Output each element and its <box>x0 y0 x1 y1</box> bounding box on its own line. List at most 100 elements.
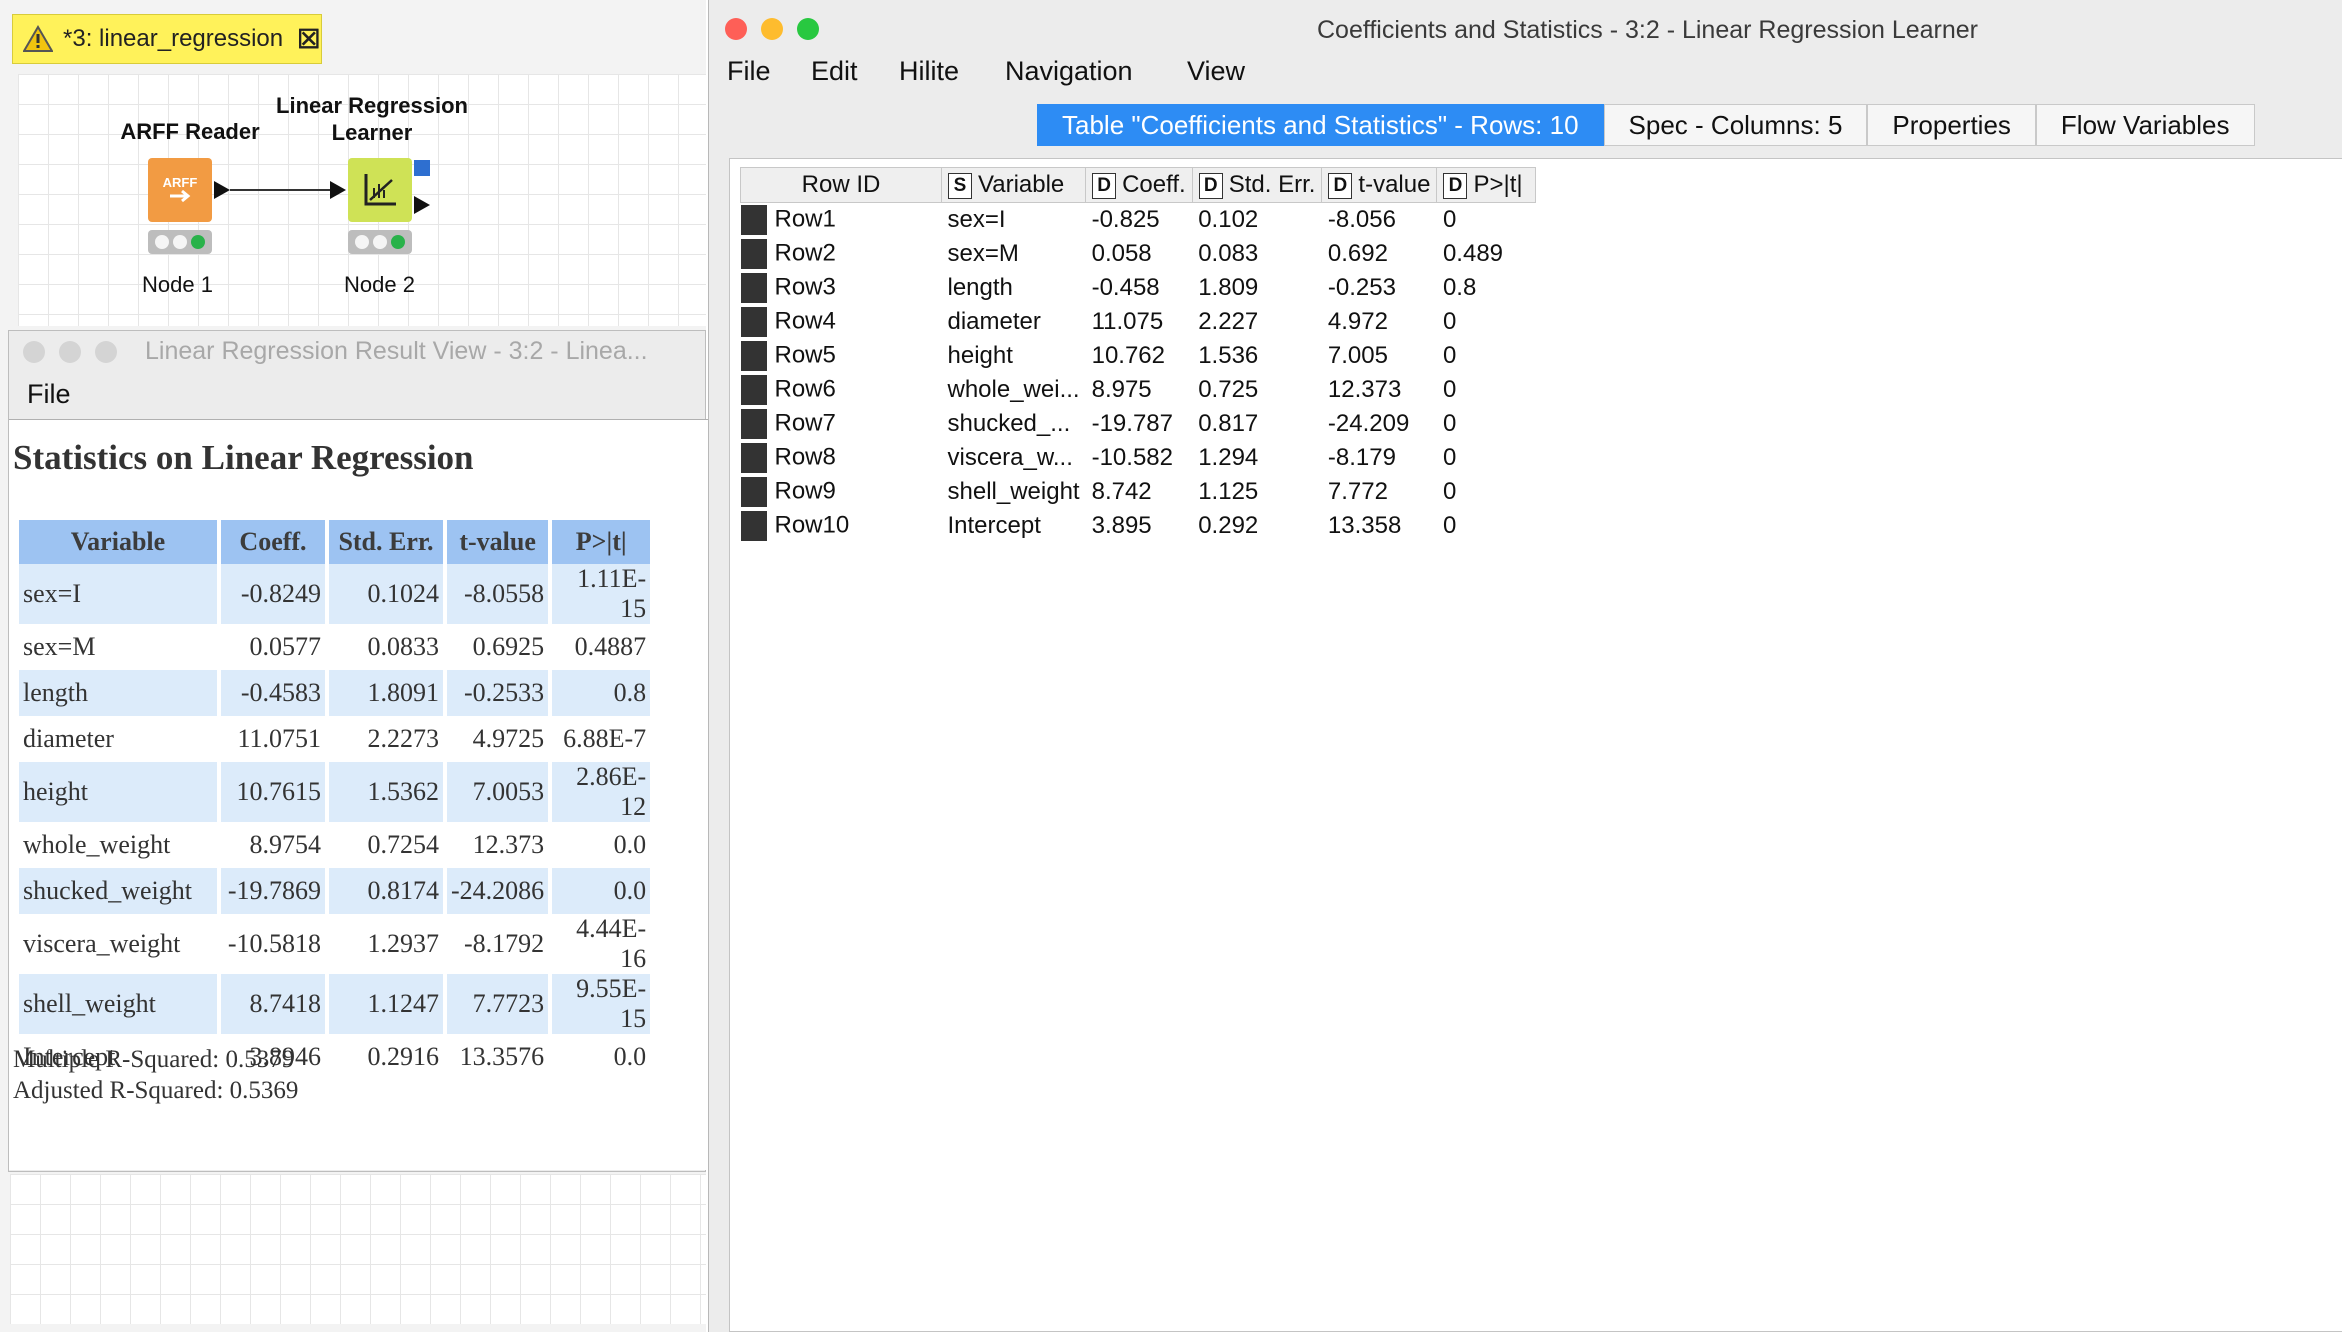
row-marker <box>740 341 767 371</box>
data-table-panel[interactable]: Row ID S Variable D Coeff. D Std. Err. Dt-v… <box>729 158 2342 1332</box>
menu-file[interactable]: File <box>727 56 771 87</box>
column-header-label: P>|t| <box>1473 171 1523 198</box>
table-row[interactable]: Row9 shell_weight 8.742 1.125 7.772 0 <box>740 475 1536 509</box>
stderr-cell: 0.725 <box>1198 376 1259 403</box>
tvalue-cell: 12.373 <box>472 830 545 859</box>
tvalue-cell: 13.358 <box>1327 512 1402 539</box>
row-id: Row7 <box>774 409 836 437</box>
column-header-label: t-value <box>1358 171 1431 198</box>
multiple-r-squared: Multiple R-Squared: 0.5379 <box>13 1046 295 1073</box>
table-row[interactable]: Row6 whole_wei... 8.975 0.725 12.373 0 <box>740 373 1536 407</box>
data-table: Row ID S Variable D Coeff. D Std. Err. Dt-v… <box>740 167 1537 543</box>
column-header-variable[interactable]: S Variable <box>940 167 1087 203</box>
stderr-cell: 0.292 <box>1198 512 1259 539</box>
model-port[interactable] <box>414 160 430 176</box>
coeff-cell: 10.7615 <box>221 762 325 822</box>
minimize-button[interactable] <box>761 18 783 40</box>
variable-cell: diameter <box>23 724 114 753</box>
close-button[interactable] <box>23 341 45 363</box>
node-title-line1: Linear Regression <box>276 93 468 118</box>
table-row[interactable]: Row8 viscera_w... -10.582 1.294 -8.179 0 <box>740 441 1536 475</box>
output-port[interactable] <box>214 181 230 199</box>
menu-view[interactable]: View <box>1187 56 1245 87</box>
menu-hilite[interactable]: Hilite <box>899 56 959 87</box>
tab-properties[interactable]: Properties <box>1867 104 2036 146</box>
tab-flow-variables[interactable]: Flow Variables <box>2035 104 2255 146</box>
node-label: Node 1 <box>142 272 213 297</box>
row-id: Row1 <box>774 205 836 233</box>
double-type-icon: D <box>1092 172 1117 199</box>
rowid-header[interactable]: Row ID <box>740 167 942 203</box>
tab-table[interactable]: Table "Coefficients and Statistics" - Ro… <box>1037 104 1604 146</box>
page-title: Statistics on Linear Regression <box>13 438 474 477</box>
tvalue-cell: -0.253 <box>1327 274 1396 301</box>
double-type-icon: D <box>1328 172 1353 199</box>
coeff-cell: 11.075 <box>1091 308 1164 335</box>
coeff-cell: 0.058 <box>1091 240 1152 267</box>
coeff-cell: 8.9754 <box>249 830 322 859</box>
table-row[interactable]: Row7 shucked_... -19.787 0.817 -24.209 0 <box>740 407 1536 441</box>
output-port[interactable] <box>414 196 430 214</box>
variable-cell: shucked_... <box>947 410 1071 437</box>
table-row[interactable]: Row5 height 10.762 1.536 7.005 0 <box>740 339 1536 373</box>
table-row: whole_weight 8.9754 0.7254 12.373 0.0 <box>19 822 650 868</box>
column-header-stderr[interactable]: D Std. Err. <box>1191 167 1323 203</box>
variable-cell: whole_weight <box>23 830 171 859</box>
tvalue-cell: -0.2533 <box>447 670 549 716</box>
row-marker <box>740 273 767 303</box>
close-tab-icon[interactable]: ☒ <box>297 24 320 55</box>
column-header-tvalue[interactable]: Dt-value <box>1321 167 1438 203</box>
tab-spec[interactable]: Spec - Columns: 5 <box>1603 104 1868 146</box>
variable-cell: viscera_w... <box>947 444 1073 471</box>
node-status-lights <box>148 230 212 254</box>
table-row[interactable]: Row4 diameter 11.075 2.227 4.972 0 <box>740 305 1536 339</box>
table-row: sex=M 0.0577 0.0833 0.6925 0.4887 <box>19 624 650 670</box>
row-marker <box>740 511 767 541</box>
menu-edit[interactable]: Edit <box>811 56 858 87</box>
row-marker <box>740 239 767 269</box>
node-title-line2: Learner <box>331 120 413 145</box>
table-row: length -0.4583 1.8091 -0.2533 0.8 <box>19 670 651 716</box>
coefficients-window: Coefficients and Statistics - 3:2 - Line… <box>708 0 2342 1332</box>
column-header-coeff[interactable]: D Coeff. <box>1085 167 1193 203</box>
table-row[interactable]: Row1 sex=I -0.825 0.102 -8.056 0 <box>740 203 1536 238</box>
table-row[interactable]: Row2 sex=M 0.058 0.083 0.692 0.489 <box>740 237 1536 271</box>
row-id: Row9 <box>774 477 836 505</box>
pvalue-cell: 0 <box>1442 512 1457 539</box>
row-id: Row8 <box>774 443 836 471</box>
pvalue-cell: 0 <box>1442 206 1457 233</box>
result-content: Statistics on Linear Regression Variable… <box>9 419 709 1170</box>
table-row[interactable]: Row10 Intercept 3.895 0.292 13.358 0 <box>740 509 1536 543</box>
coeff-cell: 3.895 <box>1091 512 1152 539</box>
column-header-pvalue[interactable]: D P>|t| <box>1436 167 1537 203</box>
arff-reader-node[interactable]: ARFF <box>148 158 212 222</box>
table-row[interactable]: Row3 length -0.458 1.809 -0.253 0.8 <box>740 271 1536 305</box>
menu-navigation[interactable]: Navigation <box>1005 56 1133 87</box>
zoom-button[interactable] <box>95 341 117 363</box>
pvalue-cell: 0.0 <box>613 1042 647 1071</box>
stderr-cell: 0.102 <box>1198 206 1259 233</box>
linear-regression-learner-node[interactable] <box>348 158 412 222</box>
table-row: viscera_weight -10.5818 1.2937 -8.1792 4… <box>19 914 650 974</box>
pvalue-cell: 4.44E-16 <box>576 914 647 973</box>
variable-cell: Intercept <box>947 512 1041 539</box>
pvalue-cell: 0 <box>1442 376 1457 403</box>
tvalue-cell: 12.373 <box>1327 376 1402 403</box>
workflow-canvas[interactable]: ARFF Reader ARFF Linear Regression Learn… <box>18 74 706 326</box>
minimize-button[interactable] <box>59 341 81 363</box>
close-button[interactable] <box>725 18 747 40</box>
zoom-button[interactable] <box>797 18 819 40</box>
window-title: Linear Regression Result View - 3:2 - Li… <box>145 337 648 365</box>
tvalue-cell: 7.7723 <box>447 974 549 1034</box>
pvalue-cell: 0.4887 <box>574 632 647 661</box>
coeff-cell: 10.762 <box>1091 342 1165 369</box>
workflow-tab[interactable]: *3: linear_regression ☒ <box>12 14 322 64</box>
row-id: Row5 <box>774 341 836 369</box>
workflow-canvas-lower <box>10 1174 706 1324</box>
tvalue-cell: 0.6925 <box>472 632 545 661</box>
pvalue-cell: 0.489 <box>1442 240 1504 267</box>
variable-cell: shucked_weight <box>19 868 217 914</box>
menu-file[interactable]: File <box>27 379 71 410</box>
node-title: Linear Regression Learner <box>260 92 484 146</box>
window-controls <box>23 341 117 363</box>
